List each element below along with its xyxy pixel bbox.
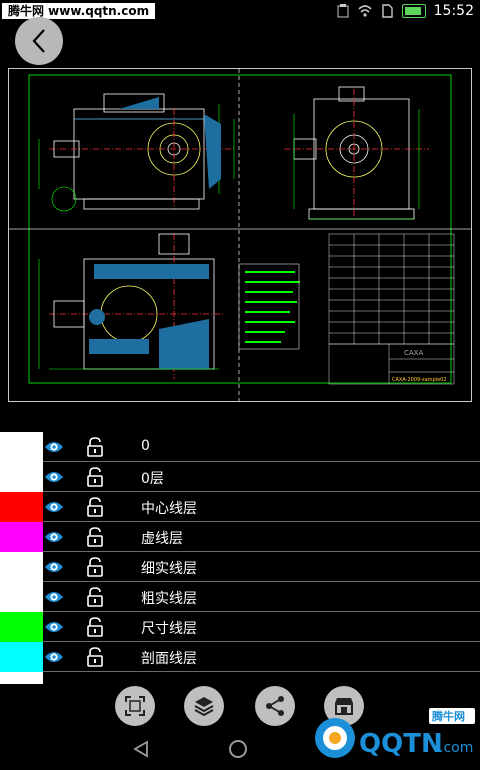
watermark-logo: 腾牛网 QQTN .com [311,706,476,766]
unlock-icon[interactable] [86,587,104,607]
unlock-icon[interactable] [86,557,104,577]
title-block-brand: CAXA [404,349,423,357]
eye-icon[interactable] [44,439,64,455]
unlock-icon[interactable] [86,497,104,517]
layer-name: 虚线层 [141,531,183,547]
unlock-icon[interactable] [86,617,104,637]
front-view-hatch [119,97,221,189]
chevron-left-icon [32,29,45,53]
layer-color-swatch[interactable] [0,552,43,582]
nav-home-icon[interactable] [229,740,247,758]
layer-name: 细实线层 [141,561,197,577]
unlock-icon[interactable] [86,467,104,487]
layer-name: 剖面线层 [141,651,197,667]
parts-list-table [328,233,455,345]
clipboard-icon [337,4,349,18]
eye-icon[interactable] [44,529,64,545]
layer-name: 0层 [141,471,164,487]
side-view-dims [293,109,420,220]
layer-color-swatch[interactable] [0,582,43,612]
eye-icon[interactable] [44,499,64,515]
cad-drawing: CAXA CAXA-2009-sample02 [9,69,471,401]
unlock-icon[interactable] [86,437,104,457]
eye-icon[interactable] [44,619,64,635]
fit-view-button[interactable] [115,686,155,726]
eye-icon[interactable] [44,469,64,485]
section-view-hatch [89,264,209,369]
layer-color-swatch[interactable] [0,462,43,492]
layer-name: 中心线层 [141,501,197,517]
layer-row-5[interactable]: 粗实线层 [0,582,480,612]
share-icon [266,696,284,716]
layer-name: 粗实线层 [141,591,197,607]
clock: 15:52 [433,3,474,19]
qqtn-logo: 腾牛网 QQTN .com [315,708,475,759]
title-block-code: CAXA-2009-sample02 [392,377,447,383]
sim-icon [381,4,393,18]
layer-list: 0 0层 中心线层 虚线层 细实线层 粗实线层 尺寸线层 剖面线层 [0,432,480,684]
layers-button[interactable] [184,686,224,726]
battery-icon [401,4,426,18]
layer-row-4[interactable]: 细实线层 [0,552,480,582]
technical-notes [245,271,300,343]
layer-name: 0 [141,438,150,454]
watermark-brand: QQTN [359,729,443,759]
layer-color-swatch[interactable] [0,492,43,522]
layer-row-1[interactable]: 0层 [0,462,480,492]
fit-view-icon [125,696,145,716]
layer-color-swatch-partial [0,672,43,684]
share-button[interactable] [255,686,295,726]
back-button[interactable] [15,17,63,65]
watermark-domain: .com [439,740,473,756]
layer-color-swatch[interactable] [0,522,43,552]
layer-color-swatch[interactable] [0,432,43,462]
cad-drawing-viewer[interactable]: CAXA CAXA-2009-sample02 [8,68,472,402]
layer-row-2[interactable]: 中心线层 [0,492,480,522]
nav-back-icon[interactable] [132,740,150,758]
side-view [284,86,429,220]
front-view [49,93,234,210]
layer-row-6[interactable]: 尺寸线层 [0,612,480,642]
wifi-icon [358,5,372,17]
layer-color-swatch[interactable] [0,612,43,642]
unlock-icon[interactable] [86,527,104,547]
eye-icon[interactable] [44,559,64,575]
eye-icon[interactable] [44,649,64,665]
watermark-top: 腾牛网 www.qqtn.com [2,3,156,19]
status-bar: 腾牛网 www.qqtn.com 15:52 [0,0,480,22]
layer-row-3[interactable]: 虚线层 [0,522,480,552]
layers-icon [194,697,214,717]
layer-row-7[interactable]: 剖面线层 [0,642,480,672]
eye-icon[interactable] [44,589,64,605]
status-icons: 15:52 [336,2,474,20]
layer-name: 尺寸线层 [141,621,197,637]
layer-color-swatch[interactable] [0,642,43,672]
unlock-icon[interactable] [86,647,104,667]
watermark-site-name: 腾牛网 [432,709,465,723]
layer-row-0[interactable]: 0 [0,432,480,462]
